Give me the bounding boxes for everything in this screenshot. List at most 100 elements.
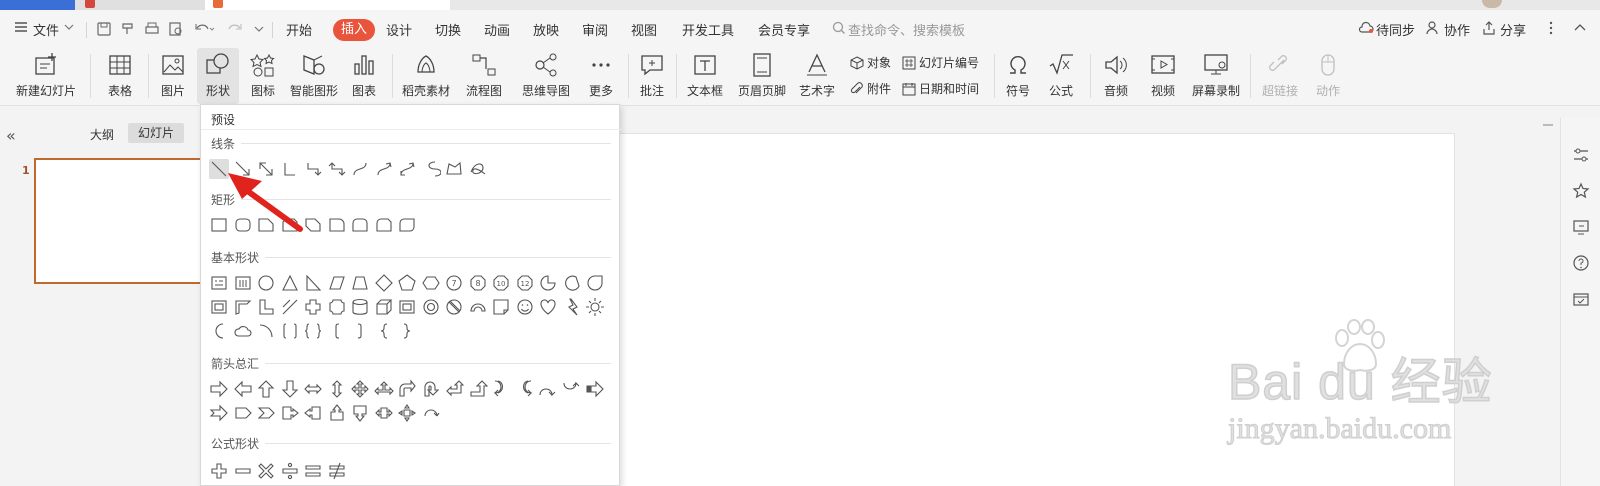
shape-nosymbol[interactable]	[444, 297, 464, 317]
shape-snipround[interactable]	[374, 215, 394, 235]
outline-tab[interactable]: 大纲	[90, 126, 114, 143]
shape-ardown[interactable]	[280, 379, 300, 399]
shape-smiley[interactable]	[515, 297, 535, 317]
collab-button[interactable]: 协作	[1444, 20, 1470, 39]
shape-aruturn[interactable]	[421, 379, 441, 399]
shape-foldcorner[interactable]	[491, 297, 511, 317]
shape-trapezoid[interactable]	[350, 273, 370, 293]
doc-tab-active[interactable]	[205, 0, 450, 10]
shape-plaque[interactable]	[327, 297, 347, 317]
shape-callup[interactable]	[327, 403, 347, 423]
shape-calldown[interactable]	[350, 403, 370, 423]
shape-can[interactable]	[350, 297, 370, 317]
cloud-sync-icon[interactable]	[1358, 21, 1374, 39]
shape-teardrop[interactable]	[585, 273, 605, 293]
shape-dblbracket[interactable]	[280, 321, 300, 341]
shape-calllr[interactable]	[374, 403, 394, 423]
command-search[interactable]: 查找命令、搜索模板	[848, 20, 965, 39]
chart-button[interactable]: 图表	[343, 48, 385, 104]
shape-round1[interactable]	[327, 215, 347, 235]
smart-art-button[interactable]: 智能图形	[288, 48, 340, 104]
shape-lightning[interactable]	[562, 297, 582, 317]
shape-arc[interactable]	[256, 321, 276, 341]
shape-diagstripe[interactable]	[280, 297, 300, 317]
shape-callquad[interactable]	[397, 403, 417, 423]
tab-member[interactable]: 会员专享	[758, 20, 810, 39]
tab-animation[interactable]: 动画	[484, 20, 510, 39]
icons-button[interactable]: 图标	[242, 48, 284, 104]
scroll-grip[interactable]	[1543, 124, 1553, 126]
shape-dodecagon[interactable]: 12	[515, 273, 535, 293]
date-time-button[interactable]: 日期和时间	[902, 80, 979, 97]
slide-thumbnail[interactable]	[34, 158, 204, 284]
flowchart-button[interactable]: 流程图	[458, 48, 510, 104]
object-button[interactable]: 对象	[850, 54, 891, 71]
table-button[interactable]: 表格	[98, 48, 142, 104]
video-button[interactable]: 视频	[1140, 48, 1186, 104]
shape-blockarc[interactable]	[468, 297, 488, 317]
shape-pie[interactable]	[538, 273, 558, 293]
tab-view[interactable]: 视图	[631, 20, 657, 39]
shape-arcurvu[interactable]	[538, 379, 558, 399]
shape-arlr[interactable]	[303, 379, 323, 399]
shape-chord[interactable]	[562, 273, 582, 293]
shape-vtext[interactable]	[233, 273, 253, 293]
shape-cloud[interactable]	[233, 321, 253, 341]
shape-parallelogram[interactable]	[327, 273, 347, 293]
shape-arcurvd[interactable]	[562, 379, 582, 399]
tab-design[interactable]: 设计	[386, 20, 412, 39]
new-slide-button[interactable]: 新建幻灯片	[8, 48, 84, 104]
slide-number-button[interactable]: 幻灯片编号	[902, 54, 979, 71]
shape-round2[interactable]	[350, 215, 370, 235]
textbox-button[interactable]: 文本框	[680, 48, 730, 104]
shape-notequal[interactable]	[327, 461, 347, 481]
vertical-scrollbar[interactable]	[1538, 118, 1558, 486]
tab-developer[interactable]: 开发工具	[682, 20, 734, 39]
shape-decagon[interactable]: 10	[491, 273, 511, 293]
transition-icon[interactable]	[1572, 218, 1590, 236]
collapse-ribbon-icon[interactable]	[1574, 21, 1586, 39]
save-icon[interactable]	[96, 21, 112, 41]
shape-heptagon[interactable]: 7	[444, 273, 464, 293]
shape-arud[interactable]	[327, 379, 347, 399]
shape-roundd[interactable]	[397, 215, 417, 235]
attachment-button[interactable]: 附件	[850, 80, 891, 97]
shape-plus2[interactable]	[209, 461, 229, 481]
shape-arleft[interactable]	[233, 379, 253, 399]
animation-star-icon[interactable]	[1572, 182, 1590, 200]
tab-home[interactable]: 开始	[286, 20, 312, 39]
search-icon[interactable]	[832, 21, 846, 39]
collab-icon[interactable]	[1426, 21, 1440, 39]
shape-arquad[interactable]	[350, 379, 370, 399]
comment-button[interactable]: 批注	[632, 48, 672, 104]
shape-diamond[interactable]	[374, 273, 394, 293]
shape-mult[interactable]	[256, 461, 276, 481]
properties-icon[interactable]	[1572, 146, 1590, 164]
tab-transitions[interactable]: 切换	[435, 20, 461, 39]
shape-curvearrow[interactable]	[374, 159, 394, 179]
share-button[interactable]: 分享	[1500, 20, 1526, 39]
shape-chevron[interactable]	[256, 403, 276, 423]
backup-icon[interactable]	[1572, 290, 1590, 308]
shape-bevel[interactable]	[397, 297, 417, 317]
shape-minus[interactable]	[233, 461, 253, 481]
shape-freeform[interactable]	[444, 159, 464, 179]
help-icon[interactable]	[1572, 254, 1590, 272]
shape-rbrace[interactable]	[397, 321, 417, 341]
shape-arcurvl[interactable]	[515, 379, 535, 399]
shape-arnotched[interactable]	[209, 403, 229, 423]
shape-rtri[interactable]	[303, 273, 323, 293]
sync-status[interactable]: 待同步	[1376, 20, 1415, 39]
home-tab[interactable]	[0, 0, 75, 10]
shape-dblbrace[interactable]	[303, 321, 323, 341]
mindmap-button[interactable]: 思维导图	[514, 48, 578, 104]
avatar[interactable]	[1482, 0, 1502, 8]
shape-triangle[interactable]	[280, 273, 300, 293]
shape-arleftup[interactable]	[444, 379, 464, 399]
material-button[interactable]: 稻壳素材	[398, 48, 454, 104]
shape-hexagon[interactable]	[421, 273, 441, 293]
audio-button[interactable]: 音频	[1094, 48, 1138, 104]
shape-arstriped[interactable]	[585, 379, 605, 399]
shape-equal[interactable]	[303, 461, 323, 481]
shape-donut[interactable]	[421, 297, 441, 317]
